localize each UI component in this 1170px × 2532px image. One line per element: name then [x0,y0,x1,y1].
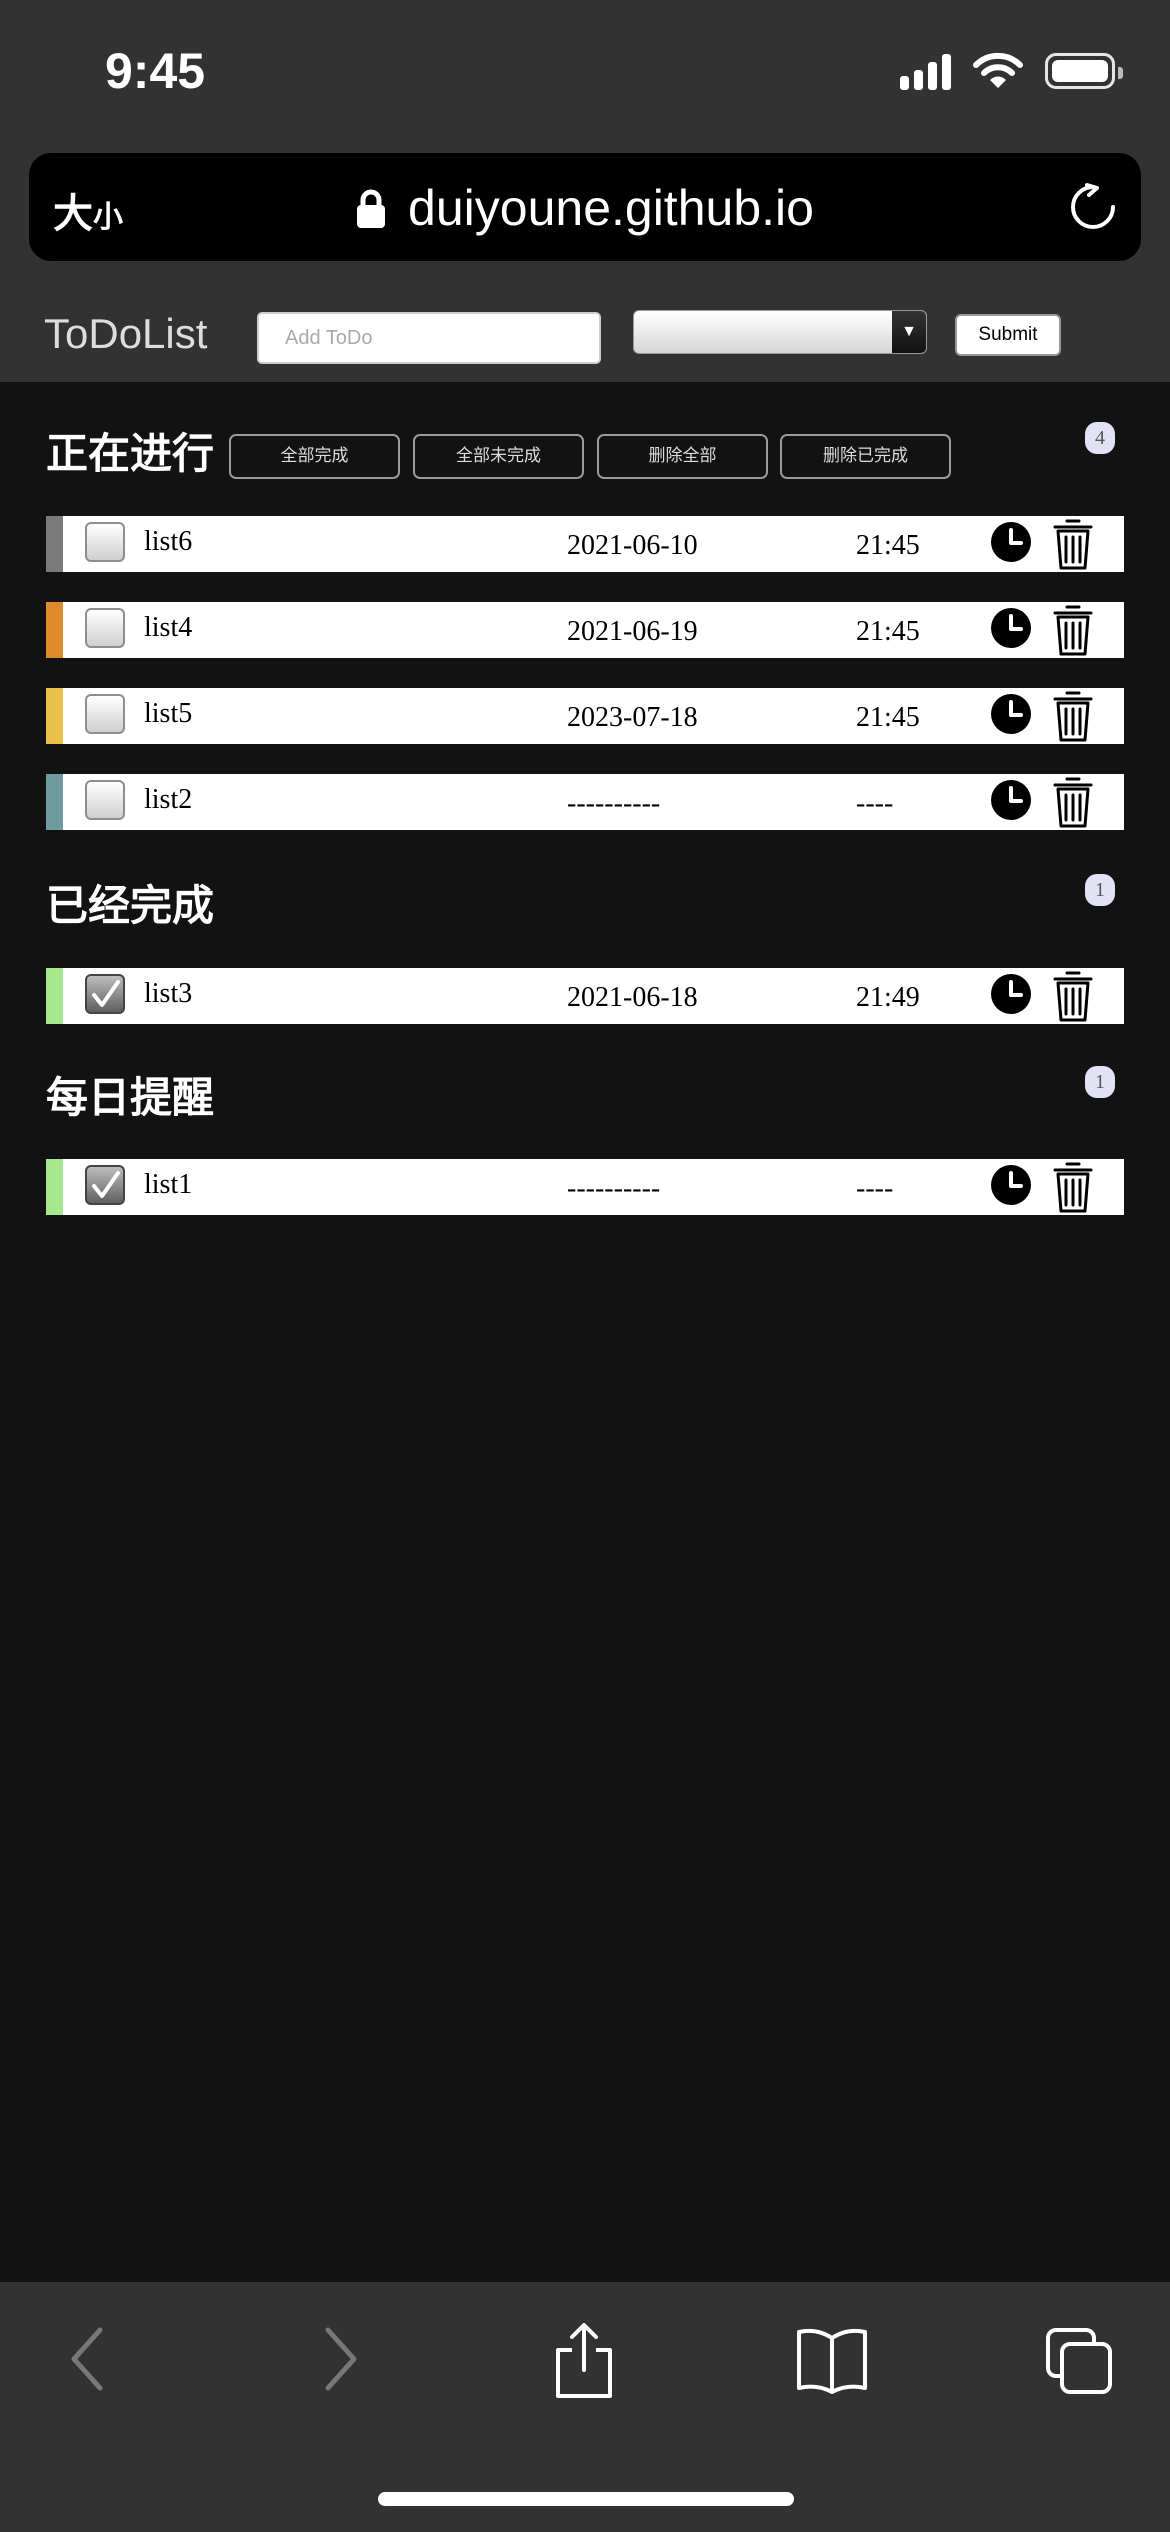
todo-checkbox[interactable] [85,608,125,648]
clock-icon[interactable] [990,693,1032,735]
todo-name[interactable]: list5 [144,698,192,730]
todo-row: list5 2023-07-18 21:45 [46,688,1124,744]
complete-all-button[interactable]: 全部完成 [229,434,400,479]
delete-todo-button[interactable] [1053,689,1093,748]
todo-checkbox[interactable] [85,1165,125,1205]
priority-stripe [46,688,63,744]
set-reminder-button[interactable] [990,973,1032,1020]
priority-stripe [46,774,63,830]
tabs-icon[interactable] [1044,2326,1114,2396]
status-time: 9:45 [105,43,206,99]
todo-time: ---- [856,788,894,819]
delete-completed-button[interactable]: 删除已完成 [780,434,951,479]
todo-row: list3 2021-06-18 21:49 [46,968,1124,1024]
clock-icon[interactable] [990,521,1032,563]
todo-checkbox[interactable] [85,780,125,820]
app-header: ToDoList ▼ Submit [0,290,1170,382]
todo-time: 21:45 [856,616,920,647]
todo-name[interactable]: list6 [144,526,192,558]
todo-date: 2021-06-19 [567,616,698,647]
battery-icon [1045,53,1123,89]
home-indicator [378,2492,794,2506]
todo-time: 21:45 [856,702,920,733]
section-title-daily: 每日提醒 [46,1073,215,1122]
priority-stripe [46,968,63,1024]
priority-stripe [46,1159,63,1215]
clock-icon[interactable] [990,973,1032,1015]
delete-todo-button[interactable] [1053,775,1093,834]
delete-todo-button[interactable] [1053,1160,1093,1219]
chevron-down-icon: ▼ [892,311,926,353]
trash-icon[interactable] [1053,517,1093,571]
completed-count-badge: 1 [1085,874,1115,906]
bookmarks-icon[interactable] [795,2326,869,2394]
todo-date: ---------- [567,1173,661,1204]
set-reminder-button[interactable] [990,607,1032,654]
clock-icon[interactable] [990,607,1032,649]
section-title-in-progress: 正在进行 [46,429,215,478]
submit-button[interactable]: Submit [955,314,1061,356]
trash-icon[interactable] [1053,775,1093,829]
url-display[interactable]: duiyoune.github.io [29,179,1141,237]
set-reminder-button[interactable] [990,1164,1032,1211]
set-reminder-button[interactable] [990,779,1032,826]
delete-todo-button[interactable] [1053,603,1093,662]
todo-checkbox[interactable] [85,694,125,734]
section-title-completed: 已经完成 [46,881,215,930]
todo-name[interactable]: list4 [144,612,192,644]
trash-icon[interactable] [1053,969,1093,1023]
lock-icon [357,189,386,228]
add-todo-input[interactable] [257,312,601,364]
reload-icon[interactable] [1067,181,1119,233]
delete-all-button[interactable]: 删除全部 [597,434,768,479]
address-area: 大小 duiyoune.github.io [0,150,1170,290]
priority-stripe [46,602,63,658]
trash-icon[interactable] [1053,603,1093,657]
status-icons [900,52,1123,90]
todo-row: list1 ---------- ---- [46,1159,1124,1215]
type-select[interactable]: ▼ [633,310,927,354]
todo-row: list4 2021-06-19 21:45 [46,602,1124,658]
set-reminder-button[interactable] [990,521,1032,568]
todo-row: list6 2021-06-10 21:45 [46,516,1124,572]
todo-date: 2023-07-18 [567,702,698,733]
signal-icon [900,52,951,90]
clock-icon[interactable] [990,1164,1032,1206]
todo-date: 2021-06-10 [567,530,698,561]
priority-stripe [46,516,63,572]
todo-checkbox[interactable] [85,522,125,562]
todo-date: ---------- [567,788,661,819]
wifi-icon [973,52,1023,88]
delete-todo-button[interactable] [1053,517,1093,576]
todo-row: list2 ---------- ---- [46,774,1124,830]
address-bar[interactable]: 大小 duiyoune.github.io [29,153,1141,261]
todo-name[interactable]: list1 [144,1169,192,1201]
todo-checkbox[interactable] [85,974,125,1014]
uncomplete-all-button[interactable]: 全部未完成 [413,434,584,479]
todo-date: 2021-06-18 [567,982,698,1013]
daily-count-badge: 1 [1085,1066,1115,1098]
todo-name[interactable]: list2 [144,784,192,816]
back-icon[interactable] [66,2324,110,2394]
url-text: duiyoune.github.io [408,180,814,236]
trash-icon[interactable] [1053,1160,1093,1214]
todo-time: ---- [856,1173,894,1204]
status-bar: 9:45 [0,0,1170,150]
app-title: ToDoList [44,310,208,357]
forward-icon[interactable] [318,2324,362,2394]
todo-name[interactable]: list3 [144,978,192,1010]
set-reminder-button[interactable] [990,693,1032,740]
share-icon[interactable] [552,2322,616,2400]
clock-icon[interactable] [990,779,1032,821]
in-progress-count-badge: 4 [1085,422,1115,454]
todo-time: 21:45 [856,530,920,561]
todo-time: 21:49 [856,982,920,1013]
trash-icon[interactable] [1053,689,1093,743]
delete-todo-button[interactable] [1053,969,1093,1028]
